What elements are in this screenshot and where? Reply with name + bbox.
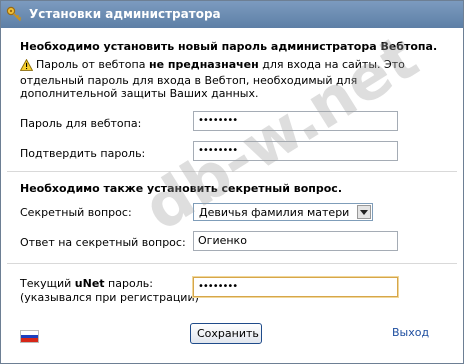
secret-question-value: Девичья фамилия матери [199,206,350,219]
password-field[interactable]: •••••••• [193,111,398,131]
divider [7,171,457,172]
confirm-password-field[interactable]: •••••••• [193,141,398,161]
window-title: Установки администратора [29,7,221,21]
chevron-down-icon [360,210,368,215]
warning-text-bold: не предназначен [148,58,259,71]
divider [7,263,457,264]
password-section-heading: Необходимо установить новый пароль админ… [20,40,438,53]
key-icon [6,6,23,23]
password-label: Пароль для вебтопа: [20,117,142,130]
warning-icon [19,58,34,74]
admin-settings-window: Установки администратора Необходимо уста… [0,0,464,364]
secret-answer-field[interactable]: Огиенко [193,231,398,251]
warning-text-prefix: Пароль от вебтопа [36,58,149,71]
content-area: Необходимо установить новый пароль админ… [1,20,463,363]
current-label-suffix: пароль: [104,277,153,290]
current-password-label: Текущий uNet пароль: (указывался при рег… [20,277,199,305]
confirm-password-label: Подтвердить пароль: [20,147,146,160]
unet-brand: uNet [74,277,105,290]
current-unet-password-field[interactable]: •••••••• [193,277,398,297]
russian-flag-icon[interactable] [20,330,39,343]
current-label-prefix: Текущий [20,277,75,290]
secret-answer-label: Ответ на секретный вопрос: [20,236,186,249]
secret-question-select[interactable]: Девичья фамилия матери [193,203,373,221]
secret-question-heading: Необходимо также установить секретный во… [20,182,342,195]
current-label-note: (указывался при регистрации) [20,291,199,304]
save-button[interactable]: Сохранить [190,323,262,344]
dropdown-button[interactable] [357,205,371,219]
password-warning: Пароль от вебтопа не предназначен для вх… [19,58,440,100]
secret-question-label: Секретный вопрос: [20,206,132,219]
exit-link[interactable]: Выход [392,326,429,339]
title-bar: Установки администратора [1,1,463,28]
